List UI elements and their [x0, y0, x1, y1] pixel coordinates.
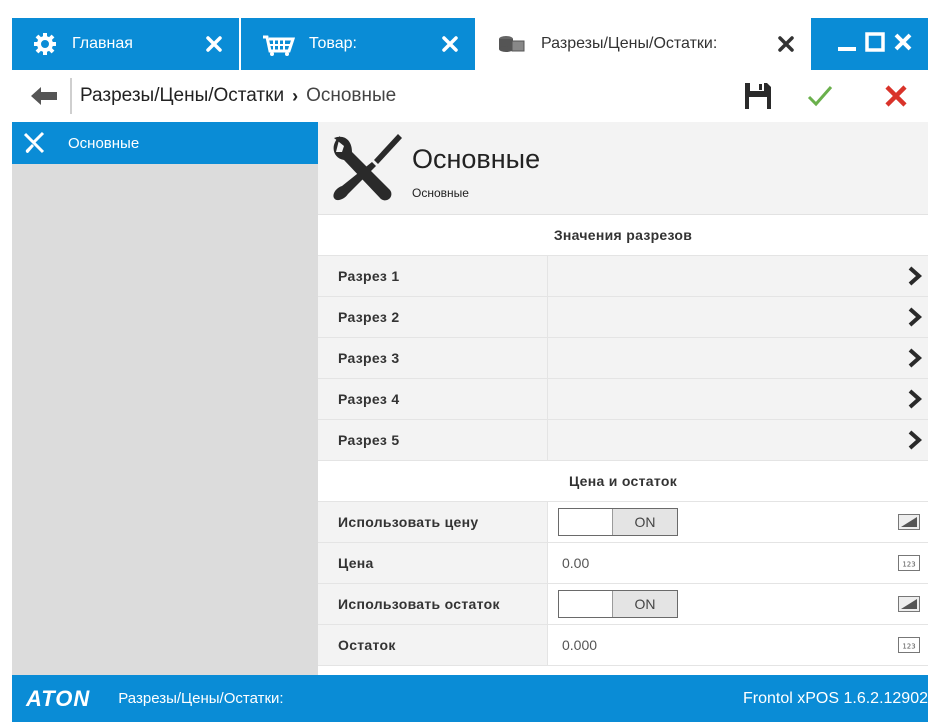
row-use-price: Использовать цену ON [318, 502, 928, 543]
row-cut-3[interactable]: Разрез 3 [318, 338, 928, 379]
tab-bar: Главная Товар: Разрезы/Цены/Остатки: [12, 18, 928, 70]
row-value [548, 256, 928, 296]
breadcrumb-bar: Разрезы/Цены/Остатки › Основные [12, 70, 928, 123]
gear-icon [32, 31, 58, 57]
row-label: Разрез 1 [318, 256, 548, 296]
section-title-price: Цена и остаток [318, 461, 928, 502]
stock-value[interactable]: 0.000 [548, 625, 928, 665]
row-value: ON [548, 502, 928, 542]
breadcrumb: Разрезы/Цены/Остатки › Основные [80, 85, 396, 107]
row-label: Разрез 5 [318, 420, 548, 460]
minimize-icon[interactable] [836, 31, 858, 58]
row-value [548, 297, 928, 337]
cancel-icon[interactable] [878, 78, 914, 114]
tools-icon [328, 130, 406, 208]
brand-logo: ATON [26, 685, 91, 711]
divider [70, 78, 72, 114]
row-label: Разрез 2 [318, 297, 548, 337]
breadcrumb-separator: › [292, 85, 299, 106]
row-cut-2[interactable]: Разрез 2 [318, 297, 928, 338]
version-label: Frontol xPOS 1.6.2.12902 [743, 689, 928, 707]
sidebar-item-main[interactable]: Основные [12, 122, 318, 164]
close-icon[interactable] [203, 33, 225, 55]
window-controls [811, 18, 928, 70]
status-text: Разрезы/Цены/Остатки: [118, 690, 284, 707]
row-label: Цена [318, 543, 548, 583]
numeric-type-icon: 123 [898, 555, 920, 571]
row-label: Разрез 3 [318, 338, 548, 378]
price-value[interactable]: 0.00 [548, 543, 928, 583]
row-value [548, 338, 928, 378]
row-cut-1[interactable]: Разрез 1 [318, 256, 928, 297]
tab-cuts-prices[interactable]: Разрезы/Цены/Остатки: [477, 18, 811, 70]
tab-label: Товар: [309, 35, 357, 52]
tab-product[interactable]: Товар: [241, 18, 477, 70]
chevron-right-icon[interactable] [908, 389, 923, 409]
numeric-type-icon: 123 [898, 637, 920, 653]
tab-main[interactable]: Главная [12, 18, 241, 70]
breadcrumb-parent[interactable]: Разрезы/Цены/Остатки [80, 85, 284, 107]
tab-label: Разрезы/Цены/Остатки: [541, 35, 718, 52]
row-value [548, 420, 928, 460]
row-label: Использовать остаток [318, 584, 548, 624]
close-window-icon[interactable] [892, 31, 914, 58]
row-cut-5[interactable]: Разрез 5 [318, 420, 928, 461]
boolean-type-icon [898, 596, 920, 612]
chevron-right-icon[interactable] [908, 430, 923, 450]
sidebar-item-label: Основные [68, 134, 140, 152]
row-use-stock: Использовать остаток ON [318, 584, 928, 625]
svg-text:123: 123 [902, 561, 915, 569]
tools-icon [22, 131, 46, 155]
row-label: Использовать цену [318, 502, 548, 542]
back-arrow-icon[interactable] [24, 76, 64, 116]
row-label: Остаток [318, 625, 548, 665]
chevron-right-icon[interactable] [908, 266, 923, 286]
breadcrumb-current: Основные [306, 85, 397, 106]
use-price-toggle[interactable]: ON [558, 508, 678, 536]
row-label: Разрез 4 [318, 379, 548, 419]
toggle-state: ON [612, 591, 677, 617]
close-icon[interactable] [775, 33, 797, 55]
app-window: Главная Товар: Разрезы/Цены/Остатки: Раз… [0, 0, 928, 722]
maximize-icon[interactable] [864, 31, 886, 58]
use-stock-toggle[interactable]: ON [558, 590, 678, 618]
page-subtitle: Основные [412, 186, 469, 200]
basket-icon [261, 31, 295, 57]
page-title: Основные [412, 144, 541, 174]
svg-text:123: 123 [902, 643, 915, 651]
row-price[interactable]: Цена 0.00 123 [318, 543, 928, 584]
chevron-right-icon[interactable] [908, 348, 923, 368]
close-icon[interactable] [439, 33, 461, 55]
section-title-cuts: Значения разрезов [318, 215, 928, 256]
sidebar: Основные [12, 122, 318, 675]
cubes-icon [497, 31, 527, 57]
row-cut-4[interactable]: Разрез 4 [318, 379, 928, 420]
boolean-type-icon [898, 514, 920, 530]
toggle-state: ON [612, 509, 677, 535]
status-bar: ATON Разрезы/Цены/Остатки: Frontol xPOS … [12, 675, 928, 722]
save-icon[interactable] [740, 78, 776, 114]
confirm-icon[interactable] [802, 78, 838, 114]
row-value [548, 379, 928, 419]
row-value: ON [548, 584, 928, 624]
page-header: Основные Основные [318, 122, 928, 215]
chevron-right-icon[interactable] [908, 307, 923, 327]
row-stock[interactable]: Остаток 0.000 123 [318, 625, 928, 666]
tab-label: Главная [72, 35, 133, 52]
main-panel: Основные Основные Значения разрезов Разр… [318, 122, 928, 675]
